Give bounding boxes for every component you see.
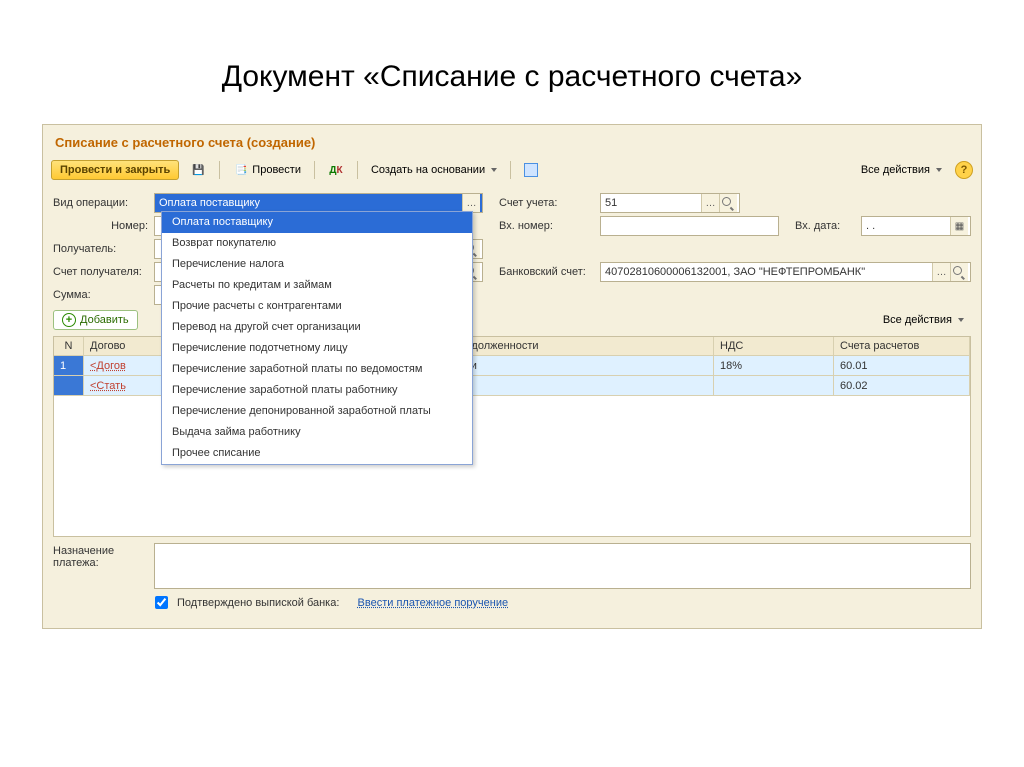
confirmed-checkbox[interactable] [155,596,168,609]
bank-account-input[interactable]: 40702810600006132001, ЗАО "НЕФТЕПРОМБАНК… [600,262,971,282]
based-on-label: Создать на основании [371,164,485,176]
cell-nds[interactable]: 18% [714,356,834,376]
op-type-dropdown[interactable]: Оплата поставщикуВозврат покупателюПереч… [161,211,473,465]
grid-all-actions-button[interactable]: Все действия [876,310,971,330]
separator [314,161,315,179]
recipient-account-label: Счет получателя: [53,266,148,278]
purpose-label: Назначение платежа: [53,543,148,589]
col-n: N [54,337,84,356]
add-label: Добавить [80,314,129,326]
select-button[interactable]: … [701,194,719,212]
separator [357,161,358,179]
account-value: 51 [605,197,701,209]
recipient-label: Получатель: [53,243,148,255]
cell-nds[interactable] [714,376,834,396]
toolbar: Провести и закрыть 💾 📑Провести ДК Создат… [43,156,981,188]
form-title: Списание с расчетного счета (создание) [43,125,981,156]
help-button[interactable]: ? [955,161,973,179]
separator [219,161,220,179]
number-label: Номер: [53,220,148,232]
in-date-label: Вх. дата: [795,220,855,232]
select-button[interactable]: … [462,194,480,212]
op-option[interactable]: Перечисление налога [162,254,472,275]
in-date-value: . . [866,220,950,232]
cell-sr[interactable]: 60.01 [834,356,970,376]
op-option[interactable]: Перечисление заработной платы работнику [162,380,472,401]
select-button[interactable]: … [932,263,950,281]
op-type-label: Вид операции: [53,197,148,209]
op-option[interactable]: Перечисление депонированной заработной п… [162,401,472,422]
confirmed-label: Подтверждено выпиской банка: [177,597,339,609]
sheet-icon [524,163,538,177]
op-type-value: Оплата поставщику [159,197,462,209]
op-option[interactable]: Выдача займа работнику [162,422,472,443]
bank-account-label: Банковский счет: [499,266,594,278]
lookup-button[interactable] [719,194,737,212]
col-sr: Счета расчетов [834,337,970,356]
account-label: Счет учета: [499,197,594,209]
app-window: Списание с расчетного счета (создание) П… [42,124,982,629]
in-date-input[interactable]: . . ▦ [861,216,971,236]
separator [510,161,511,179]
chevron-down-icon [491,168,497,172]
lookup-button[interactable] [950,263,968,281]
cell-sr[interactable]: 60.02 [834,376,970,396]
post-button[interactable]: 📑Провести [226,158,308,182]
op-option[interactable]: Расчеты по кредитам и займам [162,275,472,296]
cell-n: 1 [54,356,84,376]
save-button[interactable]: 💾 [183,158,213,182]
magnifier-icon [722,197,735,209]
sheet-button[interactable] [517,159,545,181]
purpose-textarea[interactable] [154,543,971,589]
op-type-input[interactable]: Оплата поставщику … [154,193,483,213]
cell-n [54,376,84,396]
slide-title: Документ «Списание с расчетного счета» [40,60,984,94]
in-number-input[interactable] [600,216,779,236]
op-option[interactable]: Перечисление заработной платы по ведомос… [162,359,472,380]
in-number-label: Вх. номер: [499,220,594,232]
post-and-close-button[interactable]: Провести и закрыть [51,160,179,180]
chevron-down-icon [958,318,964,322]
dtkt-icon: ДК [328,162,344,178]
create-based-on-button[interactable]: Создать на основании [364,160,504,180]
calendar-button[interactable]: ▦ [950,217,968,235]
col-nds: НДС [714,337,834,356]
sum-label: Сумма: [53,289,148,301]
plus-icon: + [62,313,76,327]
bank-account-value: 40702810600006132001, ЗАО "НЕФТЕПРОМБАНК… [605,266,932,278]
grid-all-actions-label: Все действия [883,314,952,326]
op-option[interactable]: Прочее списание [162,443,472,464]
all-actions-label: Все действия [861,164,930,176]
add-button[interactable]: + Добавить [53,310,138,330]
post-label: Провести [252,164,301,176]
op-option[interactable]: Оплата поставщику [162,212,472,233]
all-actions-button[interactable]: Все действия [854,160,949,180]
op-option[interactable]: Перевод на другой счет организации [162,317,472,338]
magnifier-icon [953,266,966,278]
post-icon: 📑 [233,162,249,178]
op-option[interactable]: Перечисление подотчетному лицу [162,338,472,359]
enter-payment-order-link[interactable]: Ввести платежное поручение [358,597,509,609]
op-option[interactable]: Прочие расчеты с контрагентами [162,296,472,317]
op-option[interactable]: Возврат покупателю [162,233,472,254]
account-input[interactable]: 51 … [600,193,740,213]
chevron-down-icon [936,168,942,172]
dtkt-button[interactable]: ДК [321,158,351,182]
diskette-icon: 💾 [190,162,206,178]
